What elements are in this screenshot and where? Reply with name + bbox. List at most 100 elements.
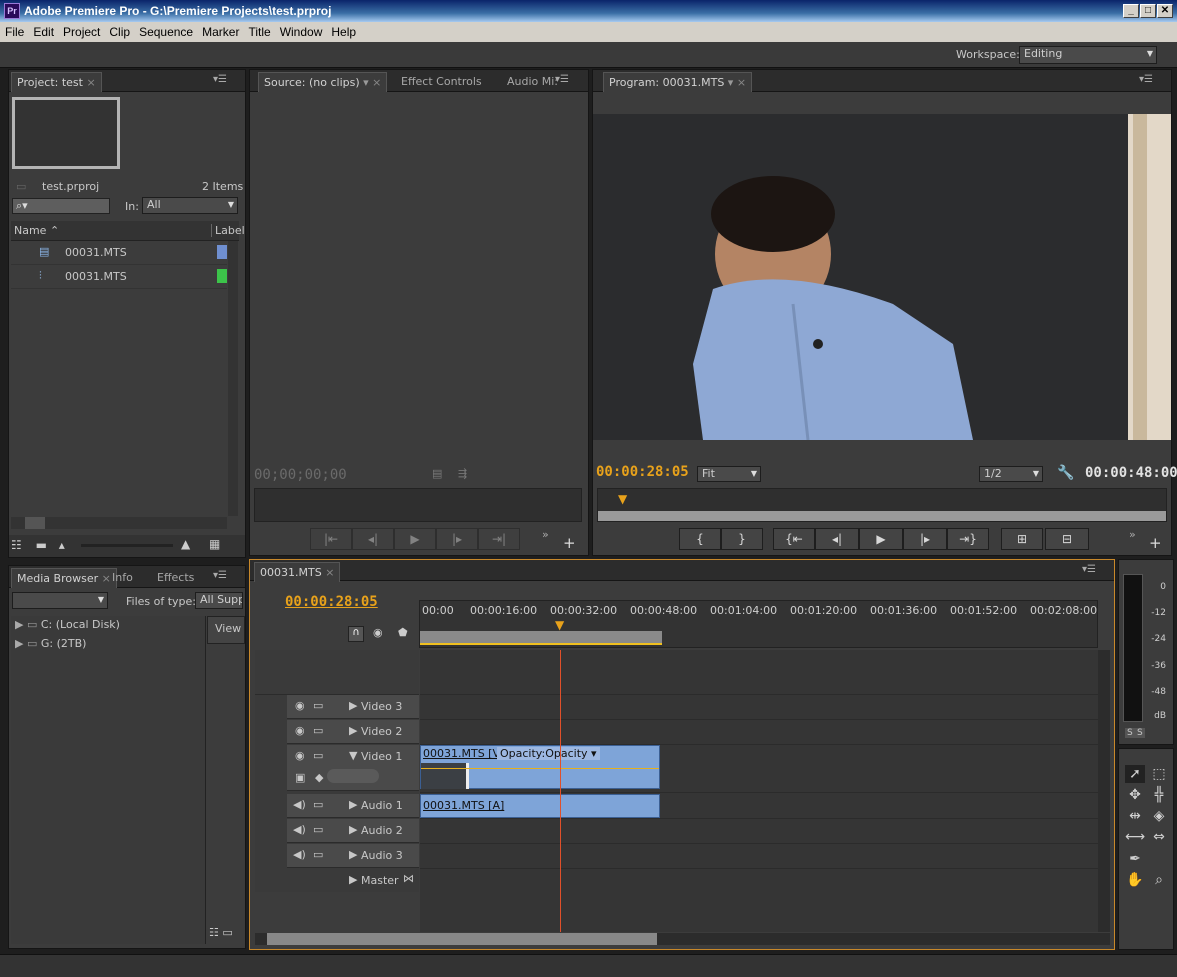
add-icon[interactable]: + [1149, 534, 1162, 552]
expand-arrow-icon[interactable]: ▶ [349, 798, 357, 811]
sync-lock-icon[interactable]: ▭ [313, 848, 323, 861]
tab-effect-controls[interactable]: Effect Controls [396, 72, 487, 92]
zoom-tool-icon[interactable]: ⌕ [1149, 871, 1169, 889]
expand-arrow-icon[interactable]: ▶ [349, 699, 357, 712]
menu-file[interactable]: File [0, 22, 28, 40]
program-time-ruler[interactable]: ▼ [597, 488, 1167, 522]
sync-lock-icon[interactable]: ▭ [313, 798, 323, 811]
track-header-video-3[interactable]: ◉ ▭ ▶ Video 3 [287, 695, 419, 719]
tab-program[interactable]: Program: 00031.MTS ▾ × [603, 72, 753, 92]
expand-arrow-icon[interactable]: ▶ [349, 823, 357, 836]
menu-title[interactable]: Title [243, 22, 274, 40]
timeline-timecode[interactable]: 00:00:28:05 [285, 594, 378, 610]
column-label[interactable]: Label [211, 224, 245, 237]
audio-clip[interactable]: 00031.MTS [A] [420, 794, 660, 818]
step-forward-icon[interactable]: ⇥| [478, 528, 520, 550]
snap-icon[interactable]: ∩ [348, 626, 364, 642]
mark-in-icon[interactable]: { [679, 528, 721, 550]
sync-lock-icon[interactable]: ▭ [313, 699, 323, 712]
zoom-large-icon[interactable]: ▲ [181, 537, 190, 551]
track-header-master[interactable]: ▶ Master ⋈ [287, 869, 419, 892]
workspace-dropdown[interactable]: Editing ▼ [1019, 46, 1157, 64]
panel-menu-icon[interactable]: ▾☰ [555, 74, 569, 85]
tab-info[interactable]: Info [107, 568, 138, 588]
expand-arrow-icon[interactable]: ▶ [349, 724, 357, 737]
maximize-button[interactable]: □ [1140, 4, 1156, 18]
slide-tool-icon[interactable]: ⇔ [1149, 828, 1169, 846]
ripple-edit-tool-icon[interactable]: ✥ [1125, 786, 1145, 804]
extract-icon[interactable]: ⊟ [1045, 528, 1089, 550]
panel-menu-icon[interactable]: ▾☰ [213, 74, 227, 85]
track-header-audio-3[interactable]: ◀) ▭ ▶ Audio 3 [287, 844, 419, 868]
step-back-icon[interactable]: |⇤ [310, 528, 352, 550]
speaker-icon[interactable]: ◀) [293, 823, 306, 836]
step-forward-frame-icon[interactable]: |▸ [436, 528, 478, 550]
vertical-scrollbar[interactable] [228, 241, 238, 516]
lift-icon[interactable]: ⊞ [1001, 528, 1043, 550]
track-header-audio-1[interactable]: ◀) ▭ ▶ Audio 1 [287, 794, 419, 818]
menu-window[interactable]: Window [275, 22, 327, 40]
wrench-icon[interactable]: 🔧 [1057, 465, 1074, 481]
zoom-small-icon[interactable]: ▴ [59, 538, 65, 552]
tree-item-g-drive[interactable]: ▶ ▭ G: (2TB) [15, 637, 86, 650]
sync-lock-icon[interactable]: ▭ [313, 823, 323, 836]
menu-help[interactable]: Help [326, 22, 360, 40]
speaker-icon[interactable]: ◀) [293, 848, 306, 861]
minimize-button[interactable]: _ [1123, 4, 1139, 18]
track-header-video-1[interactable]: ◉ ▭ ▼ Video 1 ▣ ◆ [287, 745, 419, 791]
step-back-frame-icon[interactable]: ◂| [352, 528, 394, 550]
pen-tool-icon[interactable]: ✒ [1125, 850, 1145, 868]
in-dropdown[interactable]: All ▼ [142, 197, 238, 214]
search-input[interactable]: ⌕▾ [12, 198, 110, 214]
zoom-dropdown[interactable]: Fit ▼ [697, 466, 761, 482]
horizontal-scrollbar[interactable] [255, 933, 1110, 945]
eye-icon[interactable]: ◉ [295, 749, 305, 762]
resolution-dropdown[interactable]: 1/2 ▼ [979, 466, 1043, 482]
list-item[interactable]: ▤ 00031.MTS [11, 241, 227, 265]
zoom-scroll-bar[interactable] [598, 511, 1166, 521]
display-style-icon[interactable]: ▣ [295, 771, 305, 784]
expand-arrow-icon[interactable]: ▶ [349, 873, 357, 886]
zoom-slider[interactable] [81, 544, 173, 547]
keyframe-nav[interactable] [327, 769, 379, 783]
keyframe-icon[interactable]: ◆ [315, 771, 323, 784]
play-icon[interactable]: ▶ [394, 528, 436, 550]
tab-effects[interactable]: Effects [152, 568, 199, 588]
eye-icon[interactable]: ◉ [295, 724, 305, 737]
column-name[interactable]: Name ⌃ [14, 224, 59, 237]
collapse-arrow-icon[interactable]: ▼ [349, 749, 357, 762]
automate-icon[interactable]: ▦ [209, 537, 220, 551]
hand-tool-icon[interactable]: ✋ [1125, 871, 1145, 889]
track-select-tool-icon[interactable]: ⬚ [1149, 765, 1169, 783]
go-to-in-icon[interactable]: {⇤ [773, 528, 815, 550]
menu-marker[interactable]: Marker [197, 22, 243, 40]
timeline-ruler[interactable]: 00:00 00:00:16:00 00:00:32:00 00:00:48:0… [419, 600, 1098, 648]
icon-view-icon[interactable]: ▬ [36, 538, 47, 552]
menu-sequence[interactable]: Sequence [134, 22, 197, 40]
menu-clip[interactable]: Clip [104, 22, 134, 40]
playhead-icon[interactable]: ▼ [618, 492, 627, 506]
razor-tool-icon[interactable]: ◈ [1149, 807, 1169, 825]
track-header-audio-2[interactable]: ◀) ▭ ▶ Audio 2 [287, 819, 419, 843]
playhead-line[interactable] [560, 650, 561, 932]
solo-button[interactable]: S [1125, 728, 1135, 738]
marker-icon[interactable]: ⬟ [398, 626, 408, 639]
button-editor-icon[interactable]: » [1129, 528, 1136, 541]
selection-tool-icon[interactable]: ➚ [1125, 765, 1145, 783]
add-icon[interactable]: + [563, 534, 576, 552]
work-area-bar[interactable] [420, 631, 662, 645]
slip-tool-icon[interactable]: ⟷ [1125, 828, 1145, 846]
menu-project[interactable]: Project [58, 22, 104, 40]
vertical-scrollbar[interactable] [1098, 650, 1110, 932]
add-marker-icon[interactable]: ◉ [373, 626, 383, 639]
rolling-edit-tool-icon[interactable]: ╬ [1149, 786, 1169, 804]
source-time-ruler[interactable] [254, 488, 582, 522]
tab-audio-mixer[interactable]: Audio Mi: [502, 72, 563, 92]
list-view-icon[interactable]: ☷ [11, 538, 22, 552]
safe-margins-icon[interactable]: ▤ [432, 467, 442, 480]
sync-lock-icon[interactable]: ▭ [313, 724, 323, 737]
solo-button[interactable]: S [1135, 728, 1145, 738]
video-clip[interactable]: 00031.MTS [V] Opacity:Opacity ▾ [420, 745, 660, 789]
sync-lock-icon[interactable]: ▭ [313, 749, 323, 762]
list-item[interactable]: ⫶ 00031.MTS [11, 265, 227, 289]
